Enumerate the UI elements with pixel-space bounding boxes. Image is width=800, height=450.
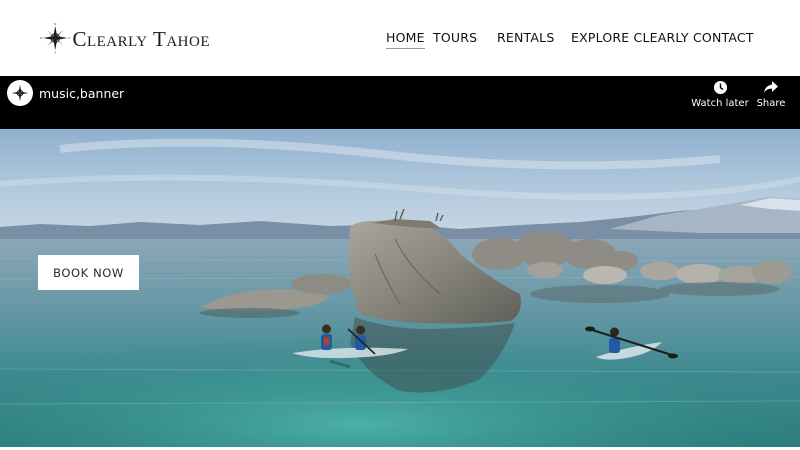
compass-icon <box>11 84 29 102</box>
nav-contact[interactable]: CONTACT <box>693 30 754 45</box>
main-nav: HOME TOURS RENTALS EXPLORE CLEARLY CONTA… <box>0 0 800 76</box>
share-label: Share <box>756 98 786 109</box>
video-title-bar: music,banner Watch later Share <box>0 76 800 129</box>
hero-banner: BOOK NOW <box>0 129 800 447</box>
share-button[interactable]: Share <box>741 80 800 116</box>
clock-icon <box>713 80 727 95</box>
share-arrow-icon <box>764 81 778 93</box>
nav-tours[interactable]: TOURS <box>433 30 477 45</box>
site-header: N S E W Clearly Tahoe HOME TOURS RENTALS… <box>0 0 800 76</box>
nav-explore-clearly[interactable]: EXPLORE CLEARLY <box>571 30 689 45</box>
nav-home[interactable]: HOME <box>386 30 425 49</box>
video-title[interactable]: music,banner <box>39 86 124 101</box>
book-now-button[interactable]: BOOK NOW <box>38 255 139 290</box>
nav-rentals[interactable]: RENTALS <box>497 30 554 45</box>
channel-avatar[interactable] <box>7 80 33 106</box>
